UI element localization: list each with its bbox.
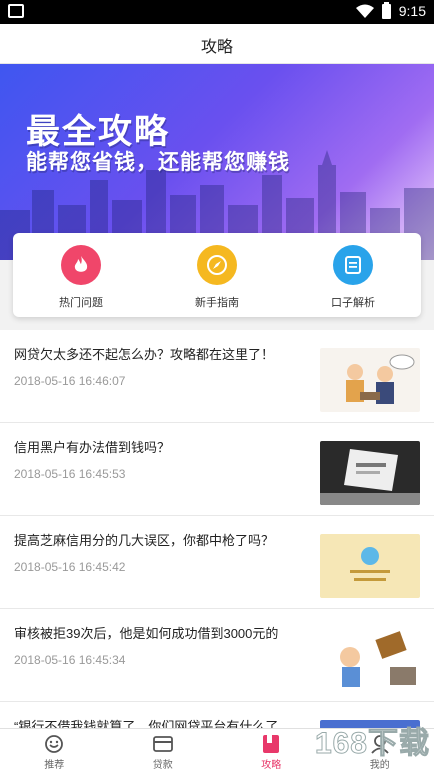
compass-icon [197,245,237,285]
status-bar: 9:15 [0,0,434,24]
article-title: 审核被拒39次后，他是如何成功借到3000元的 [14,626,279,641]
quick-links-card: 热门问题 新手指南 口子解析 [13,233,421,317]
notification-icon [8,4,24,18]
article-time: 2018-05-16 16:45:42 [14,560,126,574]
book-icon [263,735,280,753]
article-row[interactable]: 信用黑户有办法借到钱吗？ 2018-05-16 16:45:53 [0,423,434,516]
flame-icon [61,245,101,285]
quick-link-product-analysis[interactable]: 口子解析 [285,233,421,317]
title-bar: 攻略 [0,24,434,64]
quick-link-label: 新手指南 [195,297,239,309]
battery-icon [381,1,391,19]
tab-loans[interactable]: 贷款 [109,729,218,772]
tab-label: 推荐 [44,760,65,771]
article-thumbnail [320,627,420,691]
article-title: “银行不借我钱就算了，你们网贷平台有什么了不起… [14,719,304,728]
promo-banner[interactable]: 最全攻略 能帮您省钱，还能帮您赚钱 [0,64,434,260]
article-title: 信用黑户有办法借到钱吗？ [14,440,171,455]
article-list: 网贷欠太多还不起怎么办？攻略都在这里了！ 2018-05-16 16:46:07… [0,330,434,728]
article-time: 2018-05-16 16:45:34 [14,653,126,667]
article-title: 提高芝麻信用分的几大误区，你都中枪了吗？ [14,533,275,548]
article-title: 网贷欠太多还不起怎么办？攻略都在这里了！ [14,347,275,362]
status-time: 9:15 [398,3,426,19]
status-right: 9:15 [355,1,426,19]
document-icon [333,245,373,285]
tab-recommend[interactable]: 推荐 [0,729,109,772]
quick-link-label: 热门问题 [59,297,103,309]
quick-link-beginner-guide[interactable]: 新手指南 [149,233,285,317]
quick-link-hot-questions[interactable]: 热门问题 [13,233,149,317]
page-title: 攻略 [200,39,233,56]
article-time: 2018-05-16 16:46:07 [14,374,126,388]
card-icon [152,736,173,752]
article-row[interactable]: 提高芝麻信用分的几大误区，你都中枪了吗？ 2018-05-16 16:45:42 [0,516,434,609]
wifi-icon [355,4,374,18]
watermark-logo: 168下载 [314,727,430,761]
article-time: 2018-05-16 16:45:53 [14,467,126,481]
tab-guides[interactable]: 攻略 [217,729,326,772]
tab-label: 贷款 [152,760,173,771]
article-thumbnail [320,348,420,412]
quick-link-label: 口子解析 [331,297,375,309]
tab-label: 攻略 [261,760,282,771]
article-thumbnail [320,441,420,505]
article-row[interactable]: 网贷欠太多还不起怎么办？攻略都在这里了！ 2018-05-16 16:46:07 [0,330,434,423]
article-row[interactable]: 审核被拒39次后，他是如何成功借到3000元的 2018-05-16 16:45… [0,609,434,702]
article-thumbnail [320,534,420,598]
banner-subline: 能帮您省钱，还能帮您赚钱 [26,151,290,174]
recommend-icon [45,735,64,753]
